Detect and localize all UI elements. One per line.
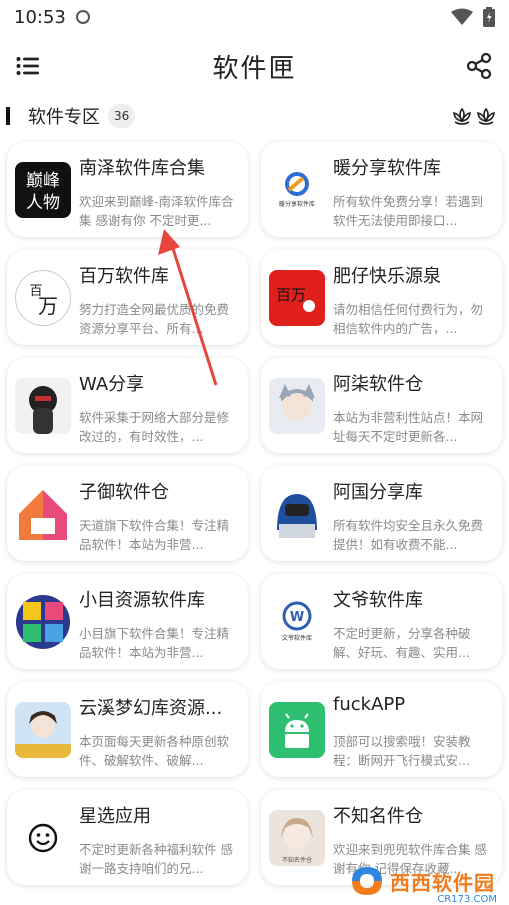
page-title: 软件匣	[212, 53, 297, 84]
wifi-icon	[451, 8, 473, 25]
card-title: 阿柒软件仓	[333, 374, 423, 395]
logo-xiaomu	[15, 594, 71, 650]
card-description: 本页面每天更新各种原创软件、破解软件、破解...	[79, 734, 230, 768]
card-title: 暖分享软件库	[333, 158, 441, 179]
card-title: 肥仔快乐源泉	[333, 266, 441, 287]
svg-text:暖分享软件库: 暖分享软件库	[279, 200, 315, 208]
card-description: 天道旗下软件合集！专注精品软件！本站为非营...	[79, 518, 230, 552]
android-icon	[269, 702, 325, 758]
card-software[interactable]: 云溪梦幻库资源... 本页面每天更新各种原创软件、破解软件、破解...	[7, 682, 248, 777]
app-header: 软件匣	[0, 34, 509, 98]
svg-text:人物: 人物	[26, 193, 60, 213]
logo-baiwan: 百 万	[15, 270, 71, 326]
logo-feizai: 百万	[269, 270, 325, 326]
card-description: 小目旗下软件合集！专注精品软件！本站为非营...	[79, 626, 230, 660]
card-software[interactable]: 星选应用 不定时更新各种福利软件 感谢一路支持咱们的兄...	[7, 790, 248, 885]
card-description: 本站为非营利性站点！本网址每天不定时更新各...	[333, 410, 484, 444]
annotation-arrow	[158, 229, 218, 386]
card-description: 不定时更新各种福利软件 感谢一路支持咱们的兄...	[79, 842, 233, 876]
logo-wa	[15, 378, 71, 434]
status-bar: 10:53	[0, 0, 509, 34]
status-time: 10:53	[14, 6, 66, 28]
svg-text:百万: 百万	[276, 286, 306, 304]
card-title: fuckAPP	[333, 694, 406, 715]
watermark-text: 西西软件园	[390, 870, 495, 895]
logo-aqi	[269, 378, 325, 434]
card-description: 软件采集于网络大部分是修改过的，有时效性，...	[79, 410, 230, 444]
card-software[interactable]: W 文爷软件库 文爷软件库 不定时更新，分享各种破解、好玩、有趣、实用...	[261, 574, 502, 669]
logo-nuanfenxiang: 暖分享软件库	[269, 162, 325, 218]
watermark-logo	[352, 867, 382, 895]
section-count-badge: 36	[108, 104, 136, 128]
card-title: 子御软件仓	[79, 482, 169, 503]
share-icon[interactable]	[465, 52, 493, 80]
card-description: 请勿相信任何付费行为，勿相信软件内的广告，...	[333, 302, 484, 336]
card-title: 星选应用	[79, 806, 151, 827]
logo-aguo	[269, 486, 325, 542]
logo-nanze: 巅峰 人物	[15, 162, 71, 218]
svg-text:不知名件仓: 不知名件仓	[282, 856, 312, 864]
card-title: 南泽软件库合集	[79, 158, 205, 179]
card-software[interactable]: 阿柒软件仓 本站为非营利性站点！本网址每天不定时更新各...	[261, 358, 502, 453]
card-software[interactable]: 小目资源软件库 小目旗下软件合集！专注精品软件！本站为非营...	[7, 574, 248, 669]
lotus-icon[interactable]	[475, 105, 497, 127]
logo-wenye: W 文爷软件库	[269, 594, 325, 650]
card-description: 所有软件免费分享！若遇到软件无法使用即接口...	[333, 194, 484, 228]
card-title: 文爷软件库	[333, 590, 423, 611]
card-software[interactable]: 子御软件仓 天道旗下软件合集！专注精品软件！本站为非营...	[7, 466, 248, 561]
card-description: 不定时更新，分享各种破解、好玩、有趣、实用...	[333, 626, 471, 660]
smiley-icon	[15, 810, 71, 866]
section-indicator-bar	[6, 107, 10, 125]
card-software[interactable]: fuckAPP 顶部可以搜索哦！安装教程：断网开飞行模式安...	[261, 682, 502, 777]
menu-icon[interactable]	[16, 54, 40, 78]
card-software[interactable]: 阿国分享库 所有软件均安全且永久免费提供！如有收费不能...	[261, 466, 502, 561]
svg-text:巅峰: 巅峰	[26, 171, 60, 191]
logo-buzhiming: 不知名件仓	[269, 810, 325, 866]
card-software[interactable]: 百万 肥仔快乐源泉 请勿相信任何付费行为，勿相信软件内的广告，...	[261, 250, 502, 345]
shield-status-icon	[75, 10, 90, 24]
card-title: 不知名件仓	[333, 806, 423, 827]
card-title: 小目资源软件库	[79, 590, 205, 611]
svg-text:万: 万	[38, 294, 58, 318]
battery-icon	[483, 7, 495, 27]
card-software[interactable]: 巅峰 人物 南泽软件库合集 欢迎来到巅峰-南泽软件库合集 感谢有你 不定时更..…	[7, 142, 248, 237]
software-grid: 巅峰 人物 南泽软件库合集 欢迎来到巅峰-南泽软件库合集 感谢有你 不定时更..…	[0, 134, 509, 905]
svg-text:W: W	[290, 610, 304, 625]
card-software[interactable]: 暖分享软件库 暖分享软件库 所有软件免费分享！若遇到软件无法使用即接口...	[261, 142, 502, 237]
card-title: 阿国分享库	[333, 482, 423, 503]
card-title: 云溪梦幻库资源...	[79, 698, 223, 719]
section-header: 软件专区 36	[0, 98, 509, 134]
logo-yunxi	[15, 702, 71, 758]
svg-text:文爷软件库: 文爷软件库	[282, 634, 312, 642]
logo-ziyu	[15, 486, 71, 542]
section-title: 软件专区	[28, 107, 100, 128]
status-icons	[451, 7, 495, 27]
section-actions	[451, 105, 497, 127]
watermark-subtext: CR173.COM	[437, 894, 497, 905]
lotus-icon[interactable]	[451, 105, 473, 127]
card-description: 所有软件均安全且永久免费提供！如有收费不能...	[333, 518, 484, 552]
card-description: 顶部可以搜索哦！安装教程：断网开飞行模式安...	[333, 734, 471, 768]
